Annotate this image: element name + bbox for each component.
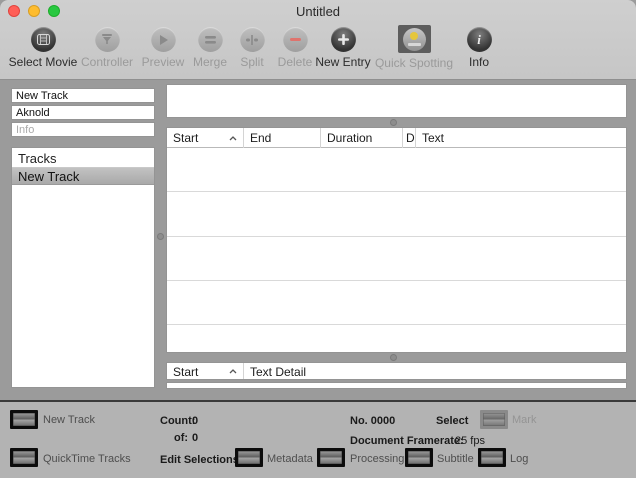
toolbar-preview[interactable]: Preview xyxy=(133,27,193,75)
table-row[interactable] xyxy=(167,192,626,237)
table-row[interactable] xyxy=(167,237,626,281)
quick-spotting-icon xyxy=(403,28,426,51)
new-track-button[interactable] xyxy=(10,410,38,429)
count-label: Count: xyxy=(160,415,195,427)
detail-column-text-detail[interactable]: Text Detail xyxy=(244,363,628,379)
detail-column-start[interactable]: Start xyxy=(167,363,244,379)
toolbar-label: Info xyxy=(469,55,489,69)
sort-asc-icon xyxy=(229,136,237,141)
toolbar-label: Preview xyxy=(142,55,185,69)
sort-asc-icon xyxy=(229,369,237,374)
track-name-input[interactable] xyxy=(11,88,155,103)
toolbar-new-entry[interactable]: New Entry xyxy=(308,27,378,75)
toolbar-quick-spotting[interactable]: Quick Spotting xyxy=(369,27,459,75)
info-icon: i xyxy=(467,27,492,52)
vertical-splitter-handle[interactable] xyxy=(157,233,164,240)
table-row[interactable] xyxy=(167,325,626,353)
quicktime-tracks-button[interactable] xyxy=(10,448,38,467)
subtitle-button[interactable] xyxy=(405,448,433,467)
merge-icon xyxy=(198,27,223,52)
metadata-button[interactable] xyxy=(235,448,263,467)
column-header-start[interactable]: Start xyxy=(167,128,244,148)
detail-table-body[interactable] xyxy=(166,382,627,389)
author-input[interactable] xyxy=(11,105,155,120)
quick-spotting-selected-bg xyxy=(398,25,431,53)
app-window: Untitled Select Movie Controller Preview xyxy=(0,0,636,478)
plus-icon xyxy=(331,27,356,52)
column-header-d[interactable]: D xyxy=(403,128,416,148)
entry-number-label: No. 0000 xyxy=(350,415,395,427)
edit-selections-label: Edit Selections: xyxy=(160,454,243,466)
new-track-button-label: New Track xyxy=(43,414,95,426)
play-icon xyxy=(151,27,176,52)
toolbar-label: Split xyxy=(240,55,263,69)
window-chrome: Untitled Select Movie Controller Preview xyxy=(0,0,636,80)
toolbar-select-movie[interactable]: Select Movie xyxy=(3,27,83,75)
subtitle-button-label: Subtitle xyxy=(437,453,474,465)
tracks-list-header: Tracks xyxy=(12,148,154,168)
table-row[interactable] xyxy=(167,148,626,192)
entries-table: Start End Duration D Text xyxy=(166,127,627,353)
of-value: 0 xyxy=(192,432,198,444)
toolbar-label: Quick Spotting xyxy=(375,56,453,70)
controller-icon xyxy=(95,27,120,52)
processing-button-label: Processing xyxy=(350,453,404,465)
toolbar-label: New Entry xyxy=(315,55,370,69)
subtitle-preview-box[interactable] xyxy=(166,84,627,118)
title-bar[interactable]: Untitled xyxy=(0,0,636,22)
mark-button[interactable] xyxy=(480,410,508,429)
column-header-text[interactable]: Text xyxy=(416,128,628,148)
quicktime-tracks-label: QuickTime Tracks xyxy=(43,453,131,465)
framerate-value: 25 fps xyxy=(455,435,485,447)
toolbar-controller[interactable]: Controller xyxy=(72,27,142,75)
toolbar-label: Select Movie xyxy=(9,55,78,69)
log-button[interactable] xyxy=(478,448,506,467)
top-splitter-handle[interactable] xyxy=(390,119,397,126)
bottom-bar: New Track Demo Version QuickTime Tracks … xyxy=(0,400,636,478)
info-input[interactable] xyxy=(11,122,155,137)
split-icon xyxy=(240,27,265,52)
bottom-splitter-handle[interactable] xyxy=(390,354,397,361)
delete-minus-icon xyxy=(283,27,308,52)
select-label: Select xyxy=(436,415,468,427)
tracks-list: Tracks New Track xyxy=(11,147,155,388)
entries-table-header: Start End Duration D Text xyxy=(167,128,626,148)
of-label: of: xyxy=(174,432,188,444)
table-row[interactable] xyxy=(167,281,626,325)
processing-button[interactable] xyxy=(317,448,345,467)
toolbar-label: Controller xyxy=(81,55,133,69)
window-title: Untitled xyxy=(0,4,636,19)
toolbar-info[interactable]: i Info xyxy=(459,27,499,75)
toolbar-label: Merge xyxy=(193,55,227,69)
detail-table-header: Start Text Detail xyxy=(166,362,627,380)
track-list-item[interactable]: New Track xyxy=(12,168,154,185)
toolbar-merge[interactable]: Merge xyxy=(185,27,235,75)
framerate-label: Document Framerate: xyxy=(350,435,464,447)
column-header-duration[interactable]: Duration xyxy=(321,128,403,148)
log-button-label: Log xyxy=(510,453,528,465)
film-icon xyxy=(31,27,56,52)
mark-button-label: Mark xyxy=(512,414,536,426)
column-header-end[interactable]: End xyxy=(244,128,321,148)
count-value: 0 xyxy=(192,415,198,427)
metadata-button-label: Metadata xyxy=(267,453,313,465)
toolbar-split[interactable]: Split xyxy=(229,27,275,75)
